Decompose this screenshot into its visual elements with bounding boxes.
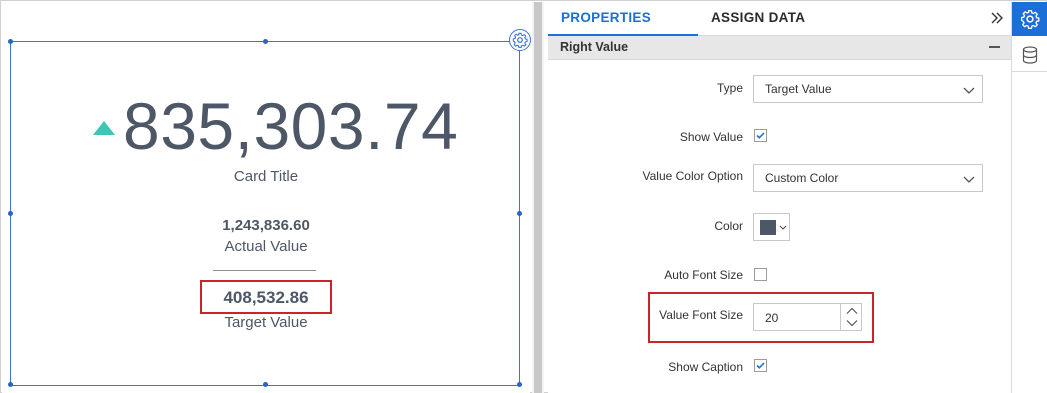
- value-divider: [213, 270, 316, 271]
- check-icon: [756, 132, 765, 139]
- show-caption-checkbox[interactable]: [754, 359, 767, 372]
- target-value: 408,532.86: [223, 288, 309, 307]
- card-title: Card Title: [233, 168, 299, 185]
- resize-handle-bottom-right[interactable]: [517, 382, 522, 387]
- properties-rail-button[interactable]: [1012, 2, 1047, 36]
- value-font-size-label: Value Font Size: [659, 308, 743, 322]
- section-header-right-value[interactable]: Right Value: [548, 36, 1011, 60]
- value-font-size-value: 20: [765, 311, 779, 325]
- value-color-option-dropdown[interactable]: Custom Color: [753, 164, 983, 192]
- chevron-down-icon: [963, 176, 975, 183]
- database-icon: [1022, 45, 1037, 64]
- chevron-down-icon: [963, 87, 975, 94]
- color-label: Color: [714, 219, 743, 233]
- auto-font-size-label: Auto Font Size: [664, 268, 743, 282]
- font-size-spinner: [840, 304, 862, 330]
- collapse-minus-icon[interactable]: [989, 46, 1000, 48]
- show-value-label: Show Value: [679, 130, 743, 144]
- side-rail: [1011, 2, 1047, 393]
- type-dropdown[interactable]: Target Value: [753, 75, 983, 103]
- auto-font-size-checkbox[interactable]: [754, 268, 767, 281]
- double-chevron-right-icon[interactable]: [989, 10, 1005, 26]
- gear-icon: [1020, 10, 1039, 29]
- type-label: Type: [716, 81, 743, 95]
- value-font-size-input[interactable]: 20: [753, 303, 862, 331]
- primary-value-row: 835,303.74: [2, 88, 530, 168]
- resize-handle-bottom[interactable]: [263, 382, 268, 387]
- show-caption-label: Show Caption: [668, 360, 743, 374]
- gear-icon: [512, 32, 528, 48]
- value-color-option-label: Value Color Option: [642, 169, 744, 183]
- widget-settings-button[interactable]: [509, 29, 531, 51]
- color-swatch: [760, 220, 776, 235]
- tab-properties[interactable]: PROPERTIES: [548, 2, 698, 36]
- color-picker[interactable]: [753, 213, 790, 241]
- chevron-down-icon[interactable]: [846, 319, 858, 327]
- resize-handle-top-left[interactable]: [8, 39, 13, 44]
- splitter-bar[interactable]: [534, 2, 542, 393]
- show-value-checkbox[interactable]: [754, 129, 767, 142]
- actual-value: 1,243,836.60: [222, 217, 310, 234]
- tab-assign-data[interactable]: ASSIGN DATA: [698, 2, 848, 36]
- properties-panel: PROPERTIES ASSIGN DATA Right Value Type …: [548, 2, 1011, 393]
- chevron-up-icon[interactable]: [846, 307, 858, 315]
- value-color-option-value: Custom Color: [765, 171, 839, 185]
- data-source-rail-button[interactable]: [1012, 38, 1047, 72]
- panel-tabs: PROPERTIES ASSIGN DATA: [548, 2, 1011, 36]
- check-icon: [756, 362, 765, 369]
- actual-value-caption: Actual Value: [224, 238, 308, 255]
- resize-handle-right[interactable]: [517, 211, 522, 216]
- chevron-down-icon: [779, 225, 787, 230]
- design-canvas: 835,303.74 Card Title 1,243,836.60 Actua…: [2, 2, 531, 393]
- triangle-up-icon: [93, 121, 115, 135]
- type-dropdown-value: Target Value: [765, 82, 832, 96]
- panel-splitter[interactable]: [532, 2, 544, 393]
- app-frame: 835,303.74 Card Title 1,243,836.60 Actua…: [0, 0, 1047, 393]
- target-value-caption: Target Value: [224, 314, 308, 331]
- section-title: Right Value: [560, 40, 629, 54]
- resize-handle-top[interactable]: [263, 39, 268, 44]
- resize-handle-bottom-left[interactable]: [8, 382, 13, 387]
- primary-value: 835,303.74: [123, 89, 459, 163]
- resize-handle-left[interactable]: [8, 211, 13, 216]
